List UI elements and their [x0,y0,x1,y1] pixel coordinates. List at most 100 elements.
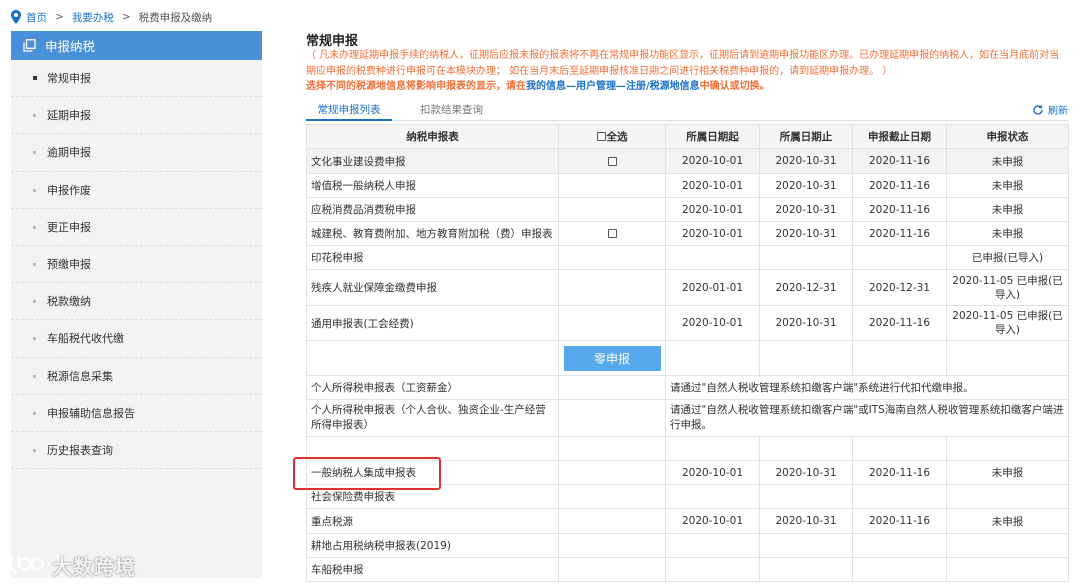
table-row[interactable]: 残疾人就业保障金缴费申报 2020-01-01 2020-12-31 2020-… [306,269,1069,306]
refresh-icon [1033,104,1043,115]
form-name[interactable]: 社会保险费申报表 [306,484,559,509]
tab-deduction-query[interactable]: 扣款结果查询 [420,99,483,121]
form-name[interactable]: 通用申报表(工会经费) [306,305,559,341]
form-name[interactable]: 文化事业建设费申报 [306,148,559,174]
form-name[interactable]: 个人所得税申报表（个人合伙、独资企业-生产经营所得申报表） [306,399,559,437]
table-row[interactable]: 个人所得税申报表（工资薪金） 请通过"自然人税收管理系统扣缴客户端"系统进行代扣… [306,375,1069,400]
select-all-label: 全选 [606,131,628,143]
status: 2020-11-05 已申报(已导入) [946,269,1069,306]
notice-source-prefix: 选择不同的税源地信息将影响申报表的显示，请在 [306,81,526,92]
col-header-status: 申报状态 [946,124,1069,149]
col-header-select-all[interactable]: 全选 [558,124,666,149]
breadcrumb-home-link[interactable]: 首页 [26,10,47,25]
sidebar-item-regular-filing[interactable]: 常规申报 [11,60,262,98]
start-date: 2020-10-01 [665,508,760,534]
zero-filing-button[interactable]: 零申报 [563,345,661,371]
status: 2020-11-05 已申报(已导入) [946,305,1069,341]
deadline: 2020-12-31 [852,269,947,306]
sidebar-item-label: 逾期申报 [47,146,91,160]
status: 未申报 [946,221,1069,246]
page-title: 常规申报 [306,34,359,49]
table-row[interactable]: 增值税一般纳税人申报 2020-10-01 2020-10-31 2020-11… [306,173,1069,198]
breadcrumb: 首页 > 我要办税 > 税费申报及缴纳 [10,9,212,25]
table-row[interactable]: 社会保险费申报表 [306,484,1069,509]
sidebar-item-correct-filing[interactable]: 更正申报 [11,209,262,246]
form-name[interactable]: 车船税申报 [306,557,559,582]
start-date: 2020-10-01 [665,221,760,246]
form-name[interactable]: 应税消费品消费税申报 [306,197,559,222]
col-header-deadline: 申报截止日期 [852,124,947,149]
form-name[interactable]: 重点税源 [306,508,559,534]
tab-regular-list[interactable]: 常规申报列表 [306,99,392,121]
table-row[interactable]: 耕地占用税纳税申报表(2019) [306,533,1069,558]
form-name[interactable]: 个人所得税申报表（工资薪金） [306,375,559,400]
form-name[interactable]: 耕地占用税纳税申报表(2019) [306,533,559,558]
sidebar: 申报纳税 常规申报 延期申报 逾期申报 申报作废 更正申报 预缴申报 税款缴纳 … [11,31,262,578]
start-date: 2020-10-01 [665,305,760,341]
sidebar-item-prepay-filing[interactable]: 预缴申报 [11,246,262,284]
refresh-button[interactable]: 刷新 [1032,102,1068,117]
sidebar-item-label: 历史报表查询 [47,443,113,457]
start-date: 2020-10-01 [665,148,760,174]
sidebar-item-extension-filing[interactable]: 延期申报 [11,97,262,135]
table-row[interactable]: 个人所得税申报表（个人合伙、独资企业-生产经营所得申报表） 请通过"自然人税收管… [306,399,1069,437]
status: 未申报 [946,173,1069,198]
form-name[interactable]: 城建税、教育费附加、地方教育附加税（费）申报表 [306,221,559,246]
location-pin-icon [11,10,21,24]
end-date: 2020-12-31 [759,269,853,306]
table-row[interactable]: 应税消费品消费税申报 2020-10-01 2020-10-31 2020-11… [306,197,1069,222]
deadline: 2020-11-16 [852,197,947,222]
breadcrumb-current: 税费申报及缴纳 [138,11,213,24]
form-name[interactable]: 残疾人就业保障金缴费申报 [306,269,559,306]
table-row-zero-filing: 零申报 [306,340,1069,376]
table-row[interactable]: 通用申报表(工会经费) 2020-10-01 2020-10-31 2020-1… [306,305,1069,341]
start-date: 2020-10-01 [665,460,760,485]
start-date: 2020-10-01 [665,173,760,198]
sidebar-item-label: 更正申报 [47,220,91,234]
notice-source-text: 选择不同的税源地信息将影响申报表的显示，请在我的信息—用户管理—注册/税源地信息… [306,80,1068,94]
sidebar-item-label: 车船税代收代缴 [47,332,124,346]
sidebar-header[interactable]: 申报纳税 [11,31,262,60]
table-row[interactable]: 一般纳税人集成申报表 2020-10-01 2020-10-31 2020-11… [306,460,1069,485]
sidebar-item-label: 延期申报 [47,109,91,123]
watermark-logo-icon [9,555,44,575]
sidebar-item-tax-payment[interactable]: 税款缴纳 [11,283,262,321]
sidebar-header-label: 申报纳税 [45,39,96,54]
table-header-row: 纳税申报表 全选 所属日期起 所属日期止 申报截止日期 申报状态 [306,124,1069,149]
deadline: 2020-11-16 [852,173,947,198]
table-row[interactable]: 文化事业建设费申报 2020-10-01 2020-10-31 2020-11-… [306,148,1069,174]
deadline: 2020-11-16 [852,508,947,534]
deadline: 2020-11-16 [852,221,947,246]
filing-table: 纳税申报表 全选 所属日期起 所属日期止 申报截止日期 申报状态 文化事业建设费… [306,124,1069,582]
end-date: 2020-10-31 [759,508,853,534]
table-row[interactable]: 车船税申报 [306,557,1069,582]
row-message: 请通过"自然人税收管理系统扣缴客户端"系统进行代扣代缴申报。 [665,375,1069,400]
notice-source-link[interactable]: 我的信息—用户管理—注册/税源地信息 [526,81,700,92]
sidebar-item-overdue-filing[interactable]: 逾期申报 [11,134,262,172]
start-date: 2020-01-01 [665,269,760,306]
form-name[interactable]: 增值税一般纳税人申报 [306,173,559,198]
breadcrumb-level2-link[interactable]: 我要办税 [72,10,114,25]
col-header-form: 纳税申报表 [306,124,559,149]
sidebar-item-auxiliary-report[interactable]: 申报辅助信息报告 [11,395,262,432]
end-date: 2020-10-31 [759,221,853,246]
copy-icon [23,39,36,52]
form-name[interactable]: 一般纳税人集成申报表 [306,460,559,485]
row-checkbox-cell[interactable] [558,221,666,246]
table-row[interactable]: 印花税申报 已申报(已导入) [306,245,1069,270]
sidebar-item-void-filing[interactable]: 申报作废 [11,172,262,209]
table-row[interactable]: 城建税、教育费附加、地方教育附加税（费）申报表 2020-10-01 2020-… [306,221,1069,246]
row-checkbox-cell[interactable] [558,148,666,174]
sidebar-item-label: 预缴申报 [47,258,91,272]
start-date: 2020-10-01 [665,197,760,222]
sidebar-item-label: 申报作废 [47,183,91,197]
row-checkbox[interactable] [607,156,617,166]
end-date: 2020-10-31 [759,197,853,222]
row-checkbox[interactable] [607,229,617,238]
table-row[interactable]: 重点税源 2020-10-01 2020-10-31 2020-11-16 未申… [306,508,1069,534]
form-name[interactable]: 印花税申报 [306,245,559,270]
sidebar-item-history-query[interactable]: 历史报表查询 [11,432,262,470]
select-all-checkbox[interactable] [596,131,606,141]
sidebar-item-vehicle-tax[interactable]: 车船税代收代缴 [11,320,262,358]
sidebar-item-tax-source-collection[interactable]: 税源信息采集 [11,358,262,395]
